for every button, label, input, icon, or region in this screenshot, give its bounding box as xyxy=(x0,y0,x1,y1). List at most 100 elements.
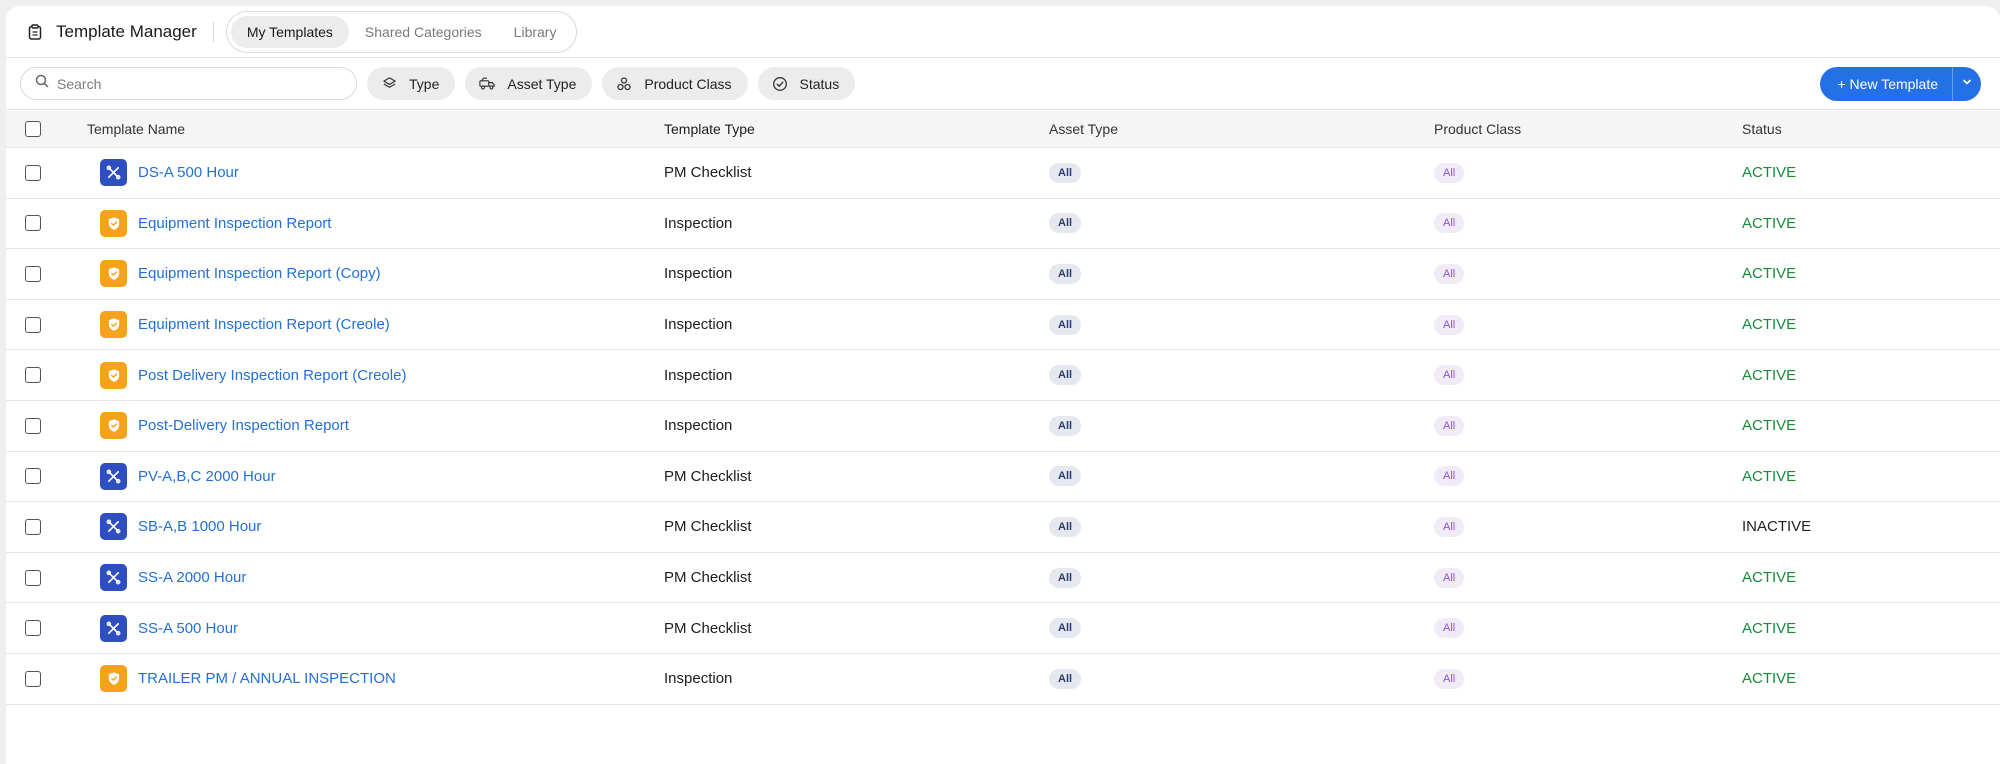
template-name-link[interactable]: SS-A 2000 Hour xyxy=(138,569,246,586)
chevron-down-icon xyxy=(1961,75,1973,93)
template-type-cell: Inspection xyxy=(664,366,733,384)
table-row[interactable]: Equipment Inspection Report (Creole) Ins… xyxy=(6,300,2000,351)
asset-type-badge: All xyxy=(1049,466,1082,487)
row-checkbox[interactable] xyxy=(24,468,41,485)
search-input[interactable] xyxy=(57,75,337,92)
row-checkbox[interactable] xyxy=(24,417,41,434)
asset-type-filter-label: Asset Type xyxy=(507,75,577,92)
row-checkbox[interactable] xyxy=(24,670,41,687)
template-manager-window: Template Manager My Templates Shared Cat… xyxy=(6,6,2000,764)
row-checkbox[interactable] xyxy=(24,620,41,637)
row-checkbox[interactable] xyxy=(24,265,41,282)
status-cell: ACTIVE xyxy=(1742,265,2000,282)
header-divider xyxy=(212,21,214,42)
product-class-cell: All xyxy=(1434,668,1742,689)
template-name-link[interactable]: DS-A 500 Hour xyxy=(138,164,239,181)
template-name-link[interactable]: Post Delivery Inspection Report (Creole) xyxy=(138,367,406,384)
product-class-badge: All xyxy=(1434,263,1465,284)
table-row[interactable]: DS-A 500 Hour PM Checklist All All ACTIV… xyxy=(6,148,2000,199)
table-row[interactable]: SB-A,B 1000 Hour PM Checklist All All IN… xyxy=(6,502,2000,553)
row-checkbox[interactable] xyxy=(24,164,41,181)
row-checkbox[interactable] xyxy=(24,215,41,232)
cubes-icon xyxy=(616,76,632,92)
row-checkbox[interactable] xyxy=(24,518,41,535)
status-cell: ACTIVE xyxy=(1742,569,2000,586)
row-checkbox[interactable] xyxy=(24,316,41,333)
product-class-filter-button[interactable]: Product Class xyxy=(602,67,748,100)
product-class-cell: All xyxy=(1434,567,1742,588)
status-cell: ACTIVE xyxy=(1742,316,2000,333)
asset-type-filter-button[interactable]: Asset Type xyxy=(465,67,593,100)
select-all-checkbox[interactable] xyxy=(24,121,41,137)
column-header-status[interactable]: Status xyxy=(1742,121,2000,137)
layers-icon xyxy=(381,76,397,92)
template-name-link[interactable]: TRAILER PM / ANNUAL INSPECTION xyxy=(138,670,396,687)
asset-type-badge: All xyxy=(1049,314,1082,335)
template-type-cell: PM Checklist xyxy=(664,467,752,485)
status-text: ACTIVE xyxy=(1742,417,1797,435)
inspection-shield-icon xyxy=(100,361,127,389)
template-name-link[interactable]: Equipment Inspection Report xyxy=(138,215,331,232)
table-row[interactable]: Equipment Inspection Report Inspection A… xyxy=(6,199,2000,250)
asset-type-cell: All xyxy=(1049,415,1434,436)
new-template-split-button: + New Template xyxy=(1820,67,1981,101)
status-text: ACTIVE xyxy=(1742,366,1797,384)
product-class-cell: All xyxy=(1434,365,1742,386)
type-filter-button[interactable]: Type xyxy=(367,67,456,100)
new-template-button[interactable]: + New Template xyxy=(1820,67,1952,101)
asset-type-badge: All xyxy=(1049,618,1082,639)
template-name-link[interactable]: SS-A 500 Hour xyxy=(138,620,238,637)
check-circle-icon xyxy=(772,76,788,92)
template-name-link[interactable]: PV-A,B,C 2000 Hour xyxy=(138,468,276,485)
template-name-link[interactable]: Post-Delivery Inspection Report xyxy=(138,417,349,434)
inspection-shield-icon xyxy=(100,209,127,237)
product-class-filter-label: Product Class xyxy=(644,75,732,92)
status-cell: ACTIVE xyxy=(1742,620,2000,637)
template-name-link[interactable]: SB-A,B 1000 Hour xyxy=(138,518,261,535)
select-all-cell xyxy=(6,121,87,137)
table-row[interactable]: Equipment Inspection Report (Copy) Inspe… xyxy=(6,249,2000,300)
product-class-badge: All xyxy=(1434,618,1465,639)
row-checkbox[interactable] xyxy=(24,569,41,586)
template-name-cell: PV-A,B,C 2000 Hour xyxy=(87,462,664,490)
pm-checklist-icon xyxy=(100,564,127,592)
table-row[interactable]: Post Delivery Inspection Report (Creole)… xyxy=(6,350,2000,401)
product-class-cell: All xyxy=(1434,213,1742,234)
row-select-cell xyxy=(6,215,87,232)
templates-table: Template Name Template Type Asset Type P… xyxy=(6,111,2000,705)
template-name-link[interactable]: Equipment Inspection Report (Copy) xyxy=(138,265,381,282)
asset-type-badge: All xyxy=(1049,415,1082,436)
row-select-cell xyxy=(6,620,87,637)
product-class-badge: All xyxy=(1434,466,1465,487)
row-select-cell xyxy=(6,468,87,485)
product-class-cell: All xyxy=(1434,466,1742,487)
table-row[interactable]: SS-A 2000 Hour PM Checklist All All ACTI… xyxy=(6,553,2000,604)
template-type-cell: Inspection xyxy=(664,214,733,232)
asset-type-badge: All xyxy=(1049,668,1082,689)
column-header-template-name[interactable]: Template Name xyxy=(87,121,664,137)
asset-type-cell: All xyxy=(1049,567,1434,588)
tab-shared-categories[interactable]: Shared Categories xyxy=(349,16,498,48)
column-header-template-type[interactable]: Template Type xyxy=(664,121,1049,137)
table-row[interactable]: SS-A 500 Hour PM Checklist All All ACTIV… xyxy=(6,603,2000,654)
template-name-link[interactable]: Equipment Inspection Report (Creole) xyxy=(138,316,390,333)
status-text: ACTIVE xyxy=(1742,467,1797,485)
asset-type-cell: All xyxy=(1049,162,1434,183)
status-filter-label: Status xyxy=(799,75,840,92)
app-header: Template Manager My Templates Shared Cat… xyxy=(6,6,2000,58)
row-checkbox[interactable] xyxy=(24,367,41,384)
status-filter-button[interactable]: Status xyxy=(757,67,856,100)
template-type-cell: Inspection xyxy=(664,265,733,283)
status-text: ACTIVE xyxy=(1742,164,1797,182)
tab-my-templates[interactable]: My Templates xyxy=(230,15,349,48)
table-row[interactable]: Post-Delivery Inspection Report Inspecti… xyxy=(6,401,2000,452)
pm-checklist-icon xyxy=(100,513,127,541)
column-header-asset-type[interactable]: Asset Type xyxy=(1049,121,1434,137)
tab-library[interactable]: Library xyxy=(498,16,573,48)
column-header-product-class[interactable]: Product Class xyxy=(1434,121,1742,137)
table-row[interactable]: TRAILER PM / ANNUAL INSPECTION Inspectio… xyxy=(6,654,2000,705)
row-select-cell xyxy=(6,569,87,586)
table-row[interactable]: PV-A,B,C 2000 Hour PM Checklist All All … xyxy=(6,452,2000,503)
product-class-badge: All xyxy=(1434,365,1465,386)
template-type-cell: PM Checklist xyxy=(664,569,752,587)
